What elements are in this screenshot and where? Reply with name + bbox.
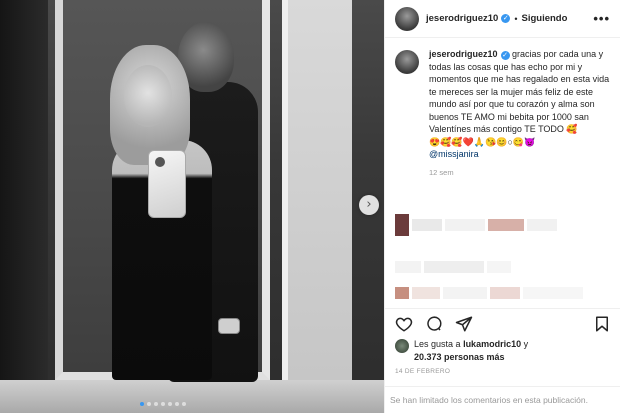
username-link[interactable]: jeserodriguez10 [426,13,498,24]
caption-text: gracias por cada una y todas las cosas q… [429,49,610,134]
woman-face [124,65,172,127]
photo-floor [0,380,384,413]
comments-disabled-notice: Se han limitado los comentarios en esta … [385,386,620,413]
blurred-comment [395,214,557,236]
caption-avatar[interactable] [395,50,419,74]
post-date[interactable]: 14 DE FEBRERO [395,368,450,375]
caption-username[interactable]: jeserodriguez10 [429,49,498,59]
bookmark-icon[interactable] [593,315,611,333]
verified-icon: ✓ [501,14,511,23]
post-header: jeserodriguez10 ✓ • Siguiendo ••• [385,0,620,38]
share-icon[interactable] [455,315,473,333]
blurred-comment [395,286,583,300]
liker-username-link[interactable]: lukamodric10 [463,339,521,349]
following-button[interactable]: Siguiendo [522,13,568,24]
action-bar [385,308,620,338]
caption-text-block: jeserodriguez10 ✓ gracias por cada una y … [429,48,611,179]
more-options-icon[interactable]: ••• [593,11,610,26]
comment-icon[interactable] [425,315,443,333]
carousel-dot [168,402,172,406]
likes-conjunction: y [523,339,529,349]
post-sidebar: jeserodriguez10 ✓ • Siguiendo ••• jesero… [384,0,620,413]
mention-link[interactable]: @missjanira [429,149,479,159]
carousel-dot [175,402,179,406]
caption-time[interactable]: 12 sem [429,167,611,180]
heart-icon[interactable] [395,315,413,333]
caption: jeserodriguez10 ✓ gracias por cada una y … [395,48,611,179]
likes-count-link[interactable]: 20.373 personas más [414,352,505,362]
wristwatch [218,318,240,334]
post-photo[interactable]: › [0,0,384,413]
photo-wall-shadow [0,0,48,413]
next-arrow-icon[interactable]: › [359,195,379,215]
mirror-side-panel [282,0,352,380]
likes-text: Les gusta a lukamodric10 y 20.373 person… [414,338,528,363]
carousel-dot [147,402,151,406]
comments-section: jeserodriguez10 ✓ gracias por cada una y … [385,38,620,308]
carousel-dots [140,402,186,406]
avatar[interactable] [395,6,419,31]
blurred-comment [395,260,511,274]
carousel-dot [154,402,158,406]
verified-icon: ✓ [500,51,510,60]
separator-dot: • [514,13,518,24]
likes-prefix: Les gusta a [414,339,461,349]
likes-summary: Les gusta a lukamodric10 y 20.373 person… [395,338,615,363]
smartphone [148,150,186,218]
carousel-dot [182,402,186,406]
liker-avatar[interactable] [395,339,409,353]
caption-emojis: 😍🥰🥰❤️🙏😘😊○😋👿 [429,136,536,147]
carousel-dot-active [140,402,144,406]
carousel-dot [161,402,165,406]
